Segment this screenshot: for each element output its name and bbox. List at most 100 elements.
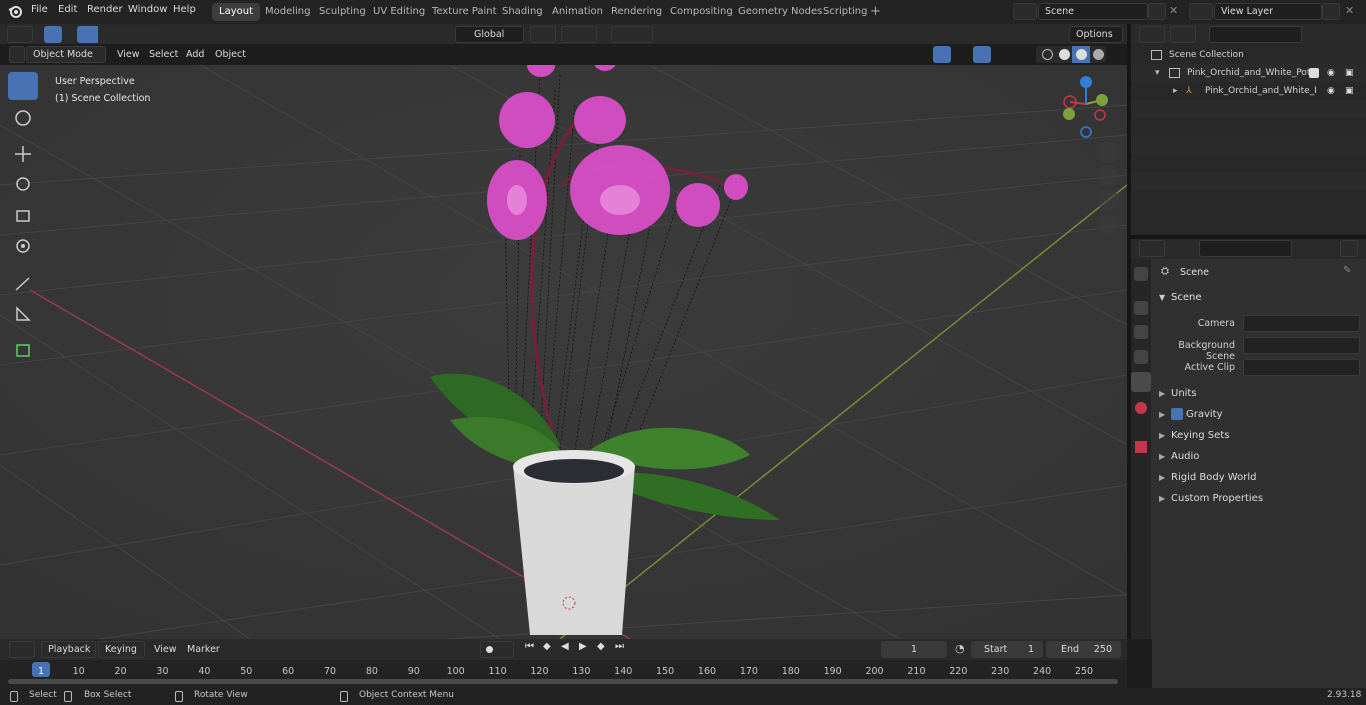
options-dropdown[interactable]: Options bbox=[1069, 26, 1123, 43]
navigation-gizmo[interactable] bbox=[1058, 74, 1114, 138]
tab-texture-paint[interactable]: Texture Paint bbox=[425, 3, 504, 21]
tab-uv-editing[interactable]: UV Editing bbox=[366, 3, 432, 21]
timeline-area[interactable]: 1 10 20 30 40 50 60 70 80 90 100 110 120 130 140 150 160… bbox=[0, 660, 1127, 688]
blender-logo-icon[interactable] bbox=[8, 4, 23, 19]
pin-icon[interactable]: ✎ bbox=[1343, 265, 1351, 276]
menu-window[interactable]: Window bbox=[128, 4, 167, 15]
properties-search-input[interactable] bbox=[1199, 240, 1292, 257]
menu-object[interactable]: Object bbox=[210, 47, 251, 63]
tab-sculpting[interactable]: Sculpting bbox=[312, 3, 373, 21]
checkbox-icon[interactable] bbox=[1309, 68, 1319, 78]
start-frame-field[interactable]: Start 1 bbox=[971, 641, 1043, 658]
move-tool-icon[interactable] bbox=[8, 140, 38, 168]
menu-add[interactable]: Add bbox=[181, 47, 209, 63]
outliner-search-input[interactable] bbox=[1209, 26, 1302, 43]
close-scene-icon[interactable]: ✕ bbox=[1169, 4, 1178, 17]
menu-edit[interactable]: Edit bbox=[58, 4, 77, 15]
playback-menu[interactable]: Playback bbox=[41, 641, 96, 658]
tab-shading[interactable]: Shading bbox=[495, 3, 550, 21]
transform-tool-icon[interactable] bbox=[8, 232, 38, 260]
record-button[interactable] bbox=[480, 641, 514, 658]
tab-scripting[interactable]: Scripting bbox=[816, 3, 874, 21]
section-rigid-body-world[interactable]: ▶ Rigid Body World bbox=[1153, 468, 1363, 487]
camera-field[interactable] bbox=[1243, 315, 1360, 332]
properties-options-icon[interactable] bbox=[1340, 240, 1358, 257]
camera-icon[interactable]: ▣ bbox=[1345, 82, 1354, 100]
new-collection-icon[interactable] bbox=[1347, 26, 1365, 43]
proportional-edit-icon[interactable] bbox=[611, 26, 653, 43]
render-tab-icon[interactable] bbox=[1134, 301, 1148, 315]
scene-name-field[interactable]: Scene bbox=[1038, 3, 1148, 20]
select-box-tool-icon[interactable] bbox=[8, 72, 38, 100]
scene-selector-icon[interactable] bbox=[1013, 3, 1037, 20]
scale-tool-icon[interactable] bbox=[8, 202, 38, 230]
outliner-row-object[interactable]: ▸ ⅄ Pink_Orchid_and_White_I ◉ ▣ bbox=[1131, 82, 1366, 100]
section-keying-sets[interactable]: ▶ Keying Sets bbox=[1153, 426, 1363, 445]
pan-hand-icon[interactable] bbox=[1097, 165, 1119, 187]
view-layer-field[interactable]: View Layer bbox=[1214, 3, 1322, 20]
stopwatch-icon[interactable]: ◔ bbox=[955, 642, 965, 655]
3d-viewport[interactable] bbox=[0, 65, 1127, 639]
tab-layout[interactable]: Layout bbox=[212, 3, 260, 21]
section-units[interactable]: ▶ Units bbox=[1153, 384, 1363, 403]
gizmo-toggle-icon[interactable] bbox=[933, 46, 951, 63]
play-reverse-icon[interactable]: ◀ bbox=[561, 641, 569, 652]
rotate-tool-icon[interactable] bbox=[8, 170, 38, 198]
properties-editor-type-icon[interactable] bbox=[1139, 240, 1165, 257]
world-tab-icon[interactable] bbox=[1135, 402, 1147, 414]
add-cube-tool-icon[interactable] bbox=[8, 336, 38, 364]
jump-start-icon[interactable]: ⏮ bbox=[525, 641, 534, 652]
tab-modeling[interactable]: Modeling bbox=[258, 3, 318, 21]
menu-render[interactable]: Render bbox=[87, 4, 123, 15]
gravity-checkbox[interactable] bbox=[1171, 408, 1183, 420]
play-icon[interactable]: ▶ bbox=[579, 641, 587, 652]
scene-panel-header[interactable]: ▼ Scene bbox=[1153, 290, 1363, 308]
measure-tool-icon[interactable] bbox=[8, 300, 38, 328]
tab-rendering[interactable]: Rendering bbox=[604, 3, 669, 21]
menu-select[interactable]: Select bbox=[144, 47, 183, 63]
camera-view-icon[interactable] bbox=[1097, 189, 1119, 211]
timeline-marker-menu[interactable]: Marker bbox=[182, 642, 225, 658]
eye-icon[interactable]: ◉ bbox=[1327, 82, 1335, 100]
editor-type-icon[interactable] bbox=[7, 26, 33, 43]
pivot-point-icon[interactable] bbox=[530, 26, 556, 43]
collapse-arrow-icon[interactable]: ▸ bbox=[1173, 82, 1178, 100]
ortho-grid-icon[interactable] bbox=[1097, 214, 1119, 236]
tab-animation[interactable]: Animation bbox=[545, 3, 610, 21]
close-view-layer-icon[interactable]: ✕ bbox=[1345, 4, 1354, 17]
cursor-tool-icon[interactable] bbox=[8, 104, 38, 132]
xray-toggle-icon[interactable] bbox=[1013, 46, 1031, 63]
selection-mode-icons[interactable] bbox=[77, 26, 161, 43]
select-tool-icon[interactable] bbox=[44, 26, 62, 43]
prev-keyframe-icon[interactable]: ◆ bbox=[543, 641, 551, 652]
timeline-editor-type-icon[interactable] bbox=[9, 641, 35, 658]
outliner-row-collection[interactable]: ▾ Pink_Orchid_and_White_Pot_( ◉ ▣ bbox=[1131, 64, 1366, 82]
playback-controls[interactable]: ⏮ ◆ ◀ ▶ ◆ ⏭ bbox=[521, 641, 631, 658]
end-frame-field[interactable]: End 250 bbox=[1046, 641, 1121, 658]
section-custom-properties[interactable]: ▶ Custom Properties bbox=[1153, 489, 1363, 508]
shading-mode-buttons[interactable] bbox=[1036, 46, 1106, 63]
camera-icon[interactable]: ▣ bbox=[1345, 64, 1354, 82]
tab-compositing[interactable]: Compositing bbox=[663, 3, 740, 21]
view-layer-tab-icon[interactable] bbox=[1134, 350, 1148, 364]
current-frame-field[interactable]: 1 bbox=[881, 641, 947, 658]
menu-help[interactable]: Help bbox=[173, 4, 196, 15]
overlay-toggle-icon[interactable] bbox=[973, 46, 991, 63]
zoom-icon[interactable] bbox=[1097, 141, 1119, 163]
new-view-layer-icon[interactable] bbox=[1322, 3, 1340, 20]
transform-orientation-select[interactable]: Global bbox=[455, 26, 524, 43]
display-mode-icon[interactable] bbox=[1170, 26, 1196, 43]
outliner-row-scene-collection[interactable]: Scene Collection bbox=[1131, 46, 1366, 64]
scene-tab-icon[interactable] bbox=[1131, 372, 1151, 392]
outliner-editor-type-icon[interactable] bbox=[1139, 26, 1165, 43]
keying-menu[interactable]: Keying bbox=[98, 641, 145, 658]
expand-arrow-icon[interactable]: ▾ bbox=[1155, 64, 1160, 82]
visibility-icon[interactable] bbox=[903, 46, 929, 63]
tool-tab-icon[interactable] bbox=[1134, 267, 1148, 281]
background-scene-field[interactable] bbox=[1243, 337, 1360, 354]
tab-geometry-nodes[interactable]: Geometry Nodes bbox=[731, 3, 829, 21]
timeline-scrollbar[interactable] bbox=[8, 679, 1118, 684]
viewport-editor-type-icon[interactable] bbox=[9, 46, 25, 63]
menu-view[interactable]: View bbox=[112, 47, 145, 63]
jump-end-icon[interactable]: ⏭ bbox=[615, 641, 624, 652]
